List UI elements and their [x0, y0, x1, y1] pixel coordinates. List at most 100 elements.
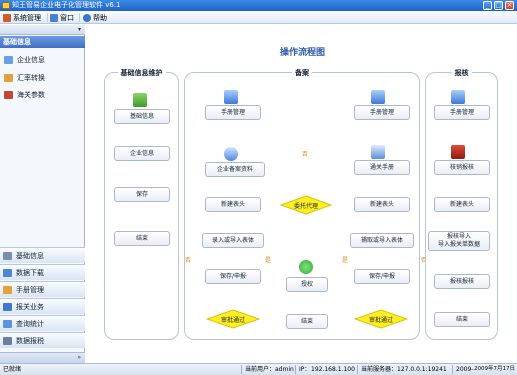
step-new-header-right[interactable]: 新建表头	[354, 197, 410, 212]
menu-help[interactable]: 帮助	[83, 13, 107, 23]
status-ip: 192.168.1.100	[311, 366, 355, 373]
label-delegate: 委托代理	[293, 203, 318, 210]
pin-icon[interactable]: ▾	[78, 26, 81, 33]
step-basic-info[interactable]: 基础信息	[114, 109, 170, 124]
status-user: admin	[275, 366, 294, 373]
status-server-label: 当前服务器：	[361, 366, 398, 373]
step-import-body-right[interactable]: 捕取或导入表体	[350, 233, 414, 248]
window-title: 知王管易企业电子化管理软件 v6.1	[12, 1, 121, 9]
manual-flow-icon-3	[451, 90, 465, 104]
chevron-down-icon[interactable]: »	[77, 354, 81, 361]
app-icon	[2, 2, 10, 9]
status-date-short: 2009-	[456, 366, 474, 373]
document-icon	[371, 145, 385, 159]
sidebar-item-label: 企业信息	[17, 56, 45, 64]
nav-customs-declaration[interactable]: 报关业务	[0, 298, 85, 314]
step-verify-report[interactable]: 报核报核	[434, 274, 490, 289]
building-icon	[4, 56, 13, 64]
step-record-manual[interactable]: 手册管理	[205, 105, 261, 120]
step-save[interactable]: 保存	[114, 187, 170, 202]
exchange-icon	[4, 74, 13, 82]
sidebar-item-label: 汇率转换	[17, 74, 45, 82]
step-end-mid[interactable]: 结束	[286, 314, 328, 329]
sidebar-item-customs-params[interactable]: 海关参数	[2, 88, 82, 102]
sidebar: ▾ 基础信息 企业信息 汇率转换 海关参数 基础信息 数据下载 手册管理 报关业…	[0, 25, 85, 363]
panel-title-record: 备案	[292, 69, 312, 77]
download-icon	[3, 269, 12, 277]
nav-manual-management[interactable]: 手册管理	[0, 281, 85, 297]
step-end-declare[interactable]: 结束	[434, 312, 490, 327]
step-save-declare-right[interactable]: 保存/申报	[354, 269, 410, 284]
step-company-info[interactable]: 企业信息	[114, 146, 170, 161]
step-record-manual-right[interactable]: 手册管理	[354, 105, 410, 120]
sidebar-toolbar: ▾	[0, 25, 85, 35]
label-approved-right: 审批通过	[368, 317, 393, 324]
menu-label: 帮助	[93, 14, 107, 22]
sidebar-item-exchange-rate[interactable]: 汇率转换	[2, 71, 82, 85]
manual-flow-icon-2	[371, 90, 385, 104]
panel-title-declare: 报核	[451, 69, 472, 77]
step-authorize[interactable]: 授权	[286, 277, 328, 292]
sidebar-item-company-info[interactable]: 企业信息	[2, 53, 82, 67]
menu-system[interactable]: 系统管理	[3, 13, 41, 23]
status-ip-label: IP：	[299, 366, 311, 373]
nav-label: 报关业务	[16, 303, 44, 311]
window-icon	[50, 14, 58, 22]
panel-title-basic: 基础信息维护	[117, 69, 166, 77]
maximize-button[interactable]: □	[494, 1, 503, 10]
nav-label: 基础信息	[16, 252, 44, 260]
info-flow-icon	[133, 93, 147, 107]
note-no-2: 否	[302, 151, 309, 158]
step-import-declare[interactable]: 报核导入 导入报关单数据	[428, 231, 490, 251]
query-icon	[3, 320, 12, 328]
book-icon	[451, 145, 465, 159]
step-verify-declare[interactable]: 核销报核	[434, 160, 490, 175]
note-yes-2: 是	[342, 257, 349, 264]
customs-icon	[4, 91, 13, 99]
sidebar-header: 基础信息	[0, 36, 85, 48]
nav-label: 数据报税	[16, 337, 44, 345]
nav-data-tax[interactable]: 数据报税	[0, 332, 85, 348]
info-icon	[3, 252, 12, 260]
note-no-1: 否	[185, 257, 192, 264]
globe-icon	[224, 147, 238, 161]
status-bar: 已就绪 当前用户： admin IP： 192.168.1.100 当前服务器：…	[0, 363, 517, 375]
step-new-header-declare[interactable]: 新建表头	[434, 197, 490, 212]
minimize-button[interactable]: _	[483, 1, 492, 10]
nav-query-statistics[interactable]: 查询统计	[0, 315, 85, 331]
manual-flow-icon	[224, 90, 238, 104]
nav-label: 查询统计	[16, 320, 44, 328]
title-bar: 知王管易企业电子化管理软件 v6.1 _ □ ×	[0, 0, 517, 11]
nav-data-download[interactable]: 数据下载	[0, 264, 85, 280]
main-panel: 操作流程图 基础信息维护 基础信息 企业信息 保存 结束 备案 手册管理 企业备…	[88, 25, 517, 363]
sidebar-footer: »	[0, 352, 85, 363]
status-date: 2009年7月17日	[474, 366, 515, 372]
close-button[interactable]: ×	[505, 1, 514, 10]
declare-icon	[3, 303, 12, 311]
menu-window[interactable]: 窗口	[50, 13, 74, 23]
menu-label: 窗口	[60, 14, 74, 22]
help-icon	[83, 14, 91, 22]
menu-bar: 系统管理 窗口 帮助	[0, 11, 517, 24]
manual-icon	[3, 286, 12, 294]
tools-icon	[3, 14, 11, 22]
step-end[interactable]: 结束	[114, 231, 170, 246]
status-ready: 已就绪	[3, 366, 22, 373]
step-company-record[interactable]: 企业备案资料	[205, 162, 265, 177]
step-customs-manual[interactable]: 通关手册	[354, 160, 410, 175]
status-user-label: 当前用户：	[245, 366, 276, 373]
note-yes-1: 是	[265, 257, 272, 264]
nav-label: 手册管理	[16, 286, 44, 294]
tax-icon	[3, 337, 12, 345]
step-declare-manual[interactable]: 手册管理	[434, 105, 490, 120]
label-approved-left: 审批通过	[220, 317, 245, 324]
check-icon	[299, 260, 313, 274]
sidebar-item-label: 海关参数	[17, 91, 45, 99]
step-new-header-left[interactable]: 新建表头	[205, 197, 261, 212]
step-import-body-left[interactable]: 录入或导入表体	[202, 233, 264, 248]
nav-label: 数据下载	[16, 269, 44, 277]
nav-basic-info[interactable]: 基础信息	[0, 247, 85, 263]
status-server: 127.0.0.1:19241	[397, 366, 447, 373]
menu-label: 系统管理	[13, 14, 41, 22]
step-save-declare-left[interactable]: 保存/申报	[205, 269, 261, 284]
